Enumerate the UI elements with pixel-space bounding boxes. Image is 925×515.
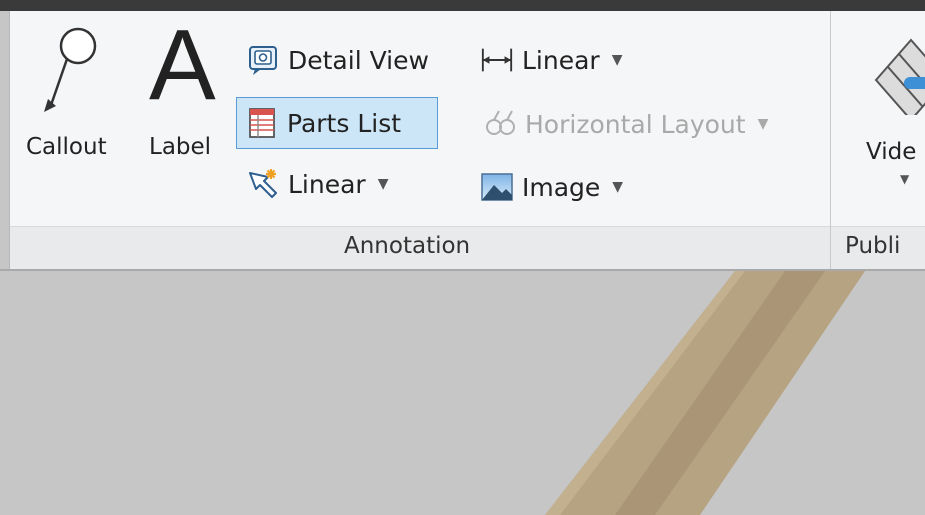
parts-list-label: Parts List [287, 108, 402, 138]
image-label: Image [522, 172, 601, 202]
detail-view-label: Detail View [288, 45, 429, 75]
horizontal-layout-label: Horizontal Layout [525, 109, 746, 139]
video-label: Vide [866, 139, 917, 165]
linear-leader-dropdown-arrow[interactable]: ▼ [378, 176, 389, 192]
publish-panel-title: Publi [845, 233, 901, 259]
callout-button[interactable]: Callout [16, 20, 128, 180]
callout-label: Callout [26, 134, 107, 160]
horizontal-layout-dropdown-arrow[interactable]: ▼ [758, 116, 769, 132]
linear-dimension-icon [480, 43, 514, 77]
label-label: Label [149, 134, 212, 160]
parts-list-button[interactable]: Parts List [236, 97, 438, 149]
leader-arrow-icon [246, 167, 280, 201]
label-button[interactable]: A Label [145, 10, 225, 180]
annotation-panel-title: Annotation [344, 233, 471, 259]
parts-list-icon [245, 106, 279, 140]
linear-leader-label: Linear [288, 169, 366, 199]
linear-dimension-button[interactable]: Linear ▼ [480, 38, 622, 82]
video-dropdown-arrow[interactable]: ▼ [900, 172, 909, 186]
model-viewport[interactable] [0, 271, 925, 515]
linear-dimension-label: Linear [522, 45, 600, 75]
label-text-icon: A [149, 9, 216, 121]
video-button[interactable]: Vide ▼ [850, 25, 925, 195]
window-top-bar [0, 0, 925, 11]
linear-leader-button[interactable]: Linear ▼ [246, 162, 388, 206]
horizontal-layout-icon [483, 107, 517, 141]
image-dropdown-arrow[interactable]: ▼ [612, 179, 623, 195]
image-icon [480, 170, 514, 204]
callout-icon [44, 27, 97, 112]
image-button[interactable]: Image ▼ [480, 165, 623, 209]
panel-separator [830, 11, 831, 269]
video-clapper-icon [874, 38, 925, 115]
detail-view-icon [246, 43, 280, 77]
model-beam [545, 271, 865, 515]
horizontal-layout-button[interactable]: Horizontal Layout ▼ [483, 102, 768, 146]
linear-dimension-dropdown-arrow[interactable]: ▼ [612, 52, 623, 68]
detail-view-button[interactable]: Detail View [246, 38, 429, 82]
